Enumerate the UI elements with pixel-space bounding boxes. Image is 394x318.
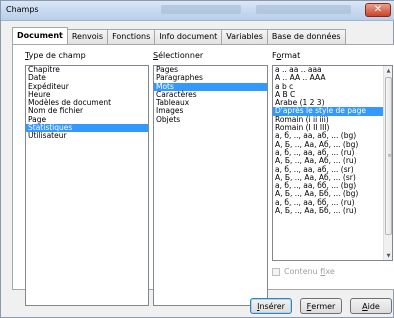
select-list[interactable]: Pages Paragraphes Mots Caractères Tableaux Im…	[153, 65, 268, 306]
grip-icon: ≡	[387, 153, 392, 159]
fixed-content-label: Contenu fixe	[284, 267, 335, 276]
tab-info-document[interactable]: Info document	[154, 29, 223, 44]
title-blur-region	[256, 5, 351, 14]
tab-panel-document: Type de champ Sélectionner Format Chapit…	[12, 44, 394, 306]
list-item[interactable]: Utilisateur	[26, 132, 148, 141]
close-window-button[interactable]: ✕	[365, 3, 391, 17]
close-icon: ✕	[373, 4, 383, 15]
field-type-list[interactable]: Chapitre Date Expéditeur Heure Modèles de do…	[25, 65, 149, 306]
format-list[interactable]: a .. aa .. aaa A .. AA .. AAA a b cA B C Ar…	[272, 65, 393, 261]
tab-strip: Document Renvois Fonctions Info document…	[12, 27, 346, 44]
fixed-content-checkbox-row[interactable]: Contenu fixe	[272, 267, 335, 276]
tab-document[interactable]: Document	[12, 27, 68, 44]
field-type-label: Type de champ	[25, 51, 86, 60]
scroll-up-icon[interactable]: ▲	[384, 66, 392, 75]
tab-fonctions[interactable]: Fonctions	[107, 29, 156, 44]
fixed-content-checkbox[interactable]	[272, 267, 280, 276]
format-label: Format	[272, 51, 301, 60]
title-blur-region	[161, 5, 241, 14]
format-scrollbar[interactable]: ▲ ≡ ▼	[383, 66, 392, 260]
fields-dialog: Champs ✕ Document Renvois Fonctions Info…	[0, 0, 394, 318]
help-button[interactable]: Aide	[350, 298, 392, 314]
insert-button[interactable]: Insérer	[250, 298, 292, 314]
tab-base-de-donnees[interactable]: Base de données	[266, 29, 346, 44]
close-button[interactable]: Fermer	[300, 298, 342, 314]
scroll-thumb[interactable]: ≡	[385, 77, 392, 235]
tab-renvois[interactable]: Renvois	[66, 29, 109, 44]
select-label: Sélectionner	[153, 51, 204, 60]
list-item[interactable]: A, Б, .., Aa, Бб, ... (ru)	[273, 206, 383, 215]
window-title: Champs	[6, 5, 39, 14]
tab-variables[interactable]: Variables	[221, 29, 268, 44]
scroll-down-icon[interactable]: ▼	[384, 251, 392, 260]
title-bar: Champs ✕	[1, 1, 394, 21]
list-item[interactable]: Objets	[154, 115, 267, 124]
